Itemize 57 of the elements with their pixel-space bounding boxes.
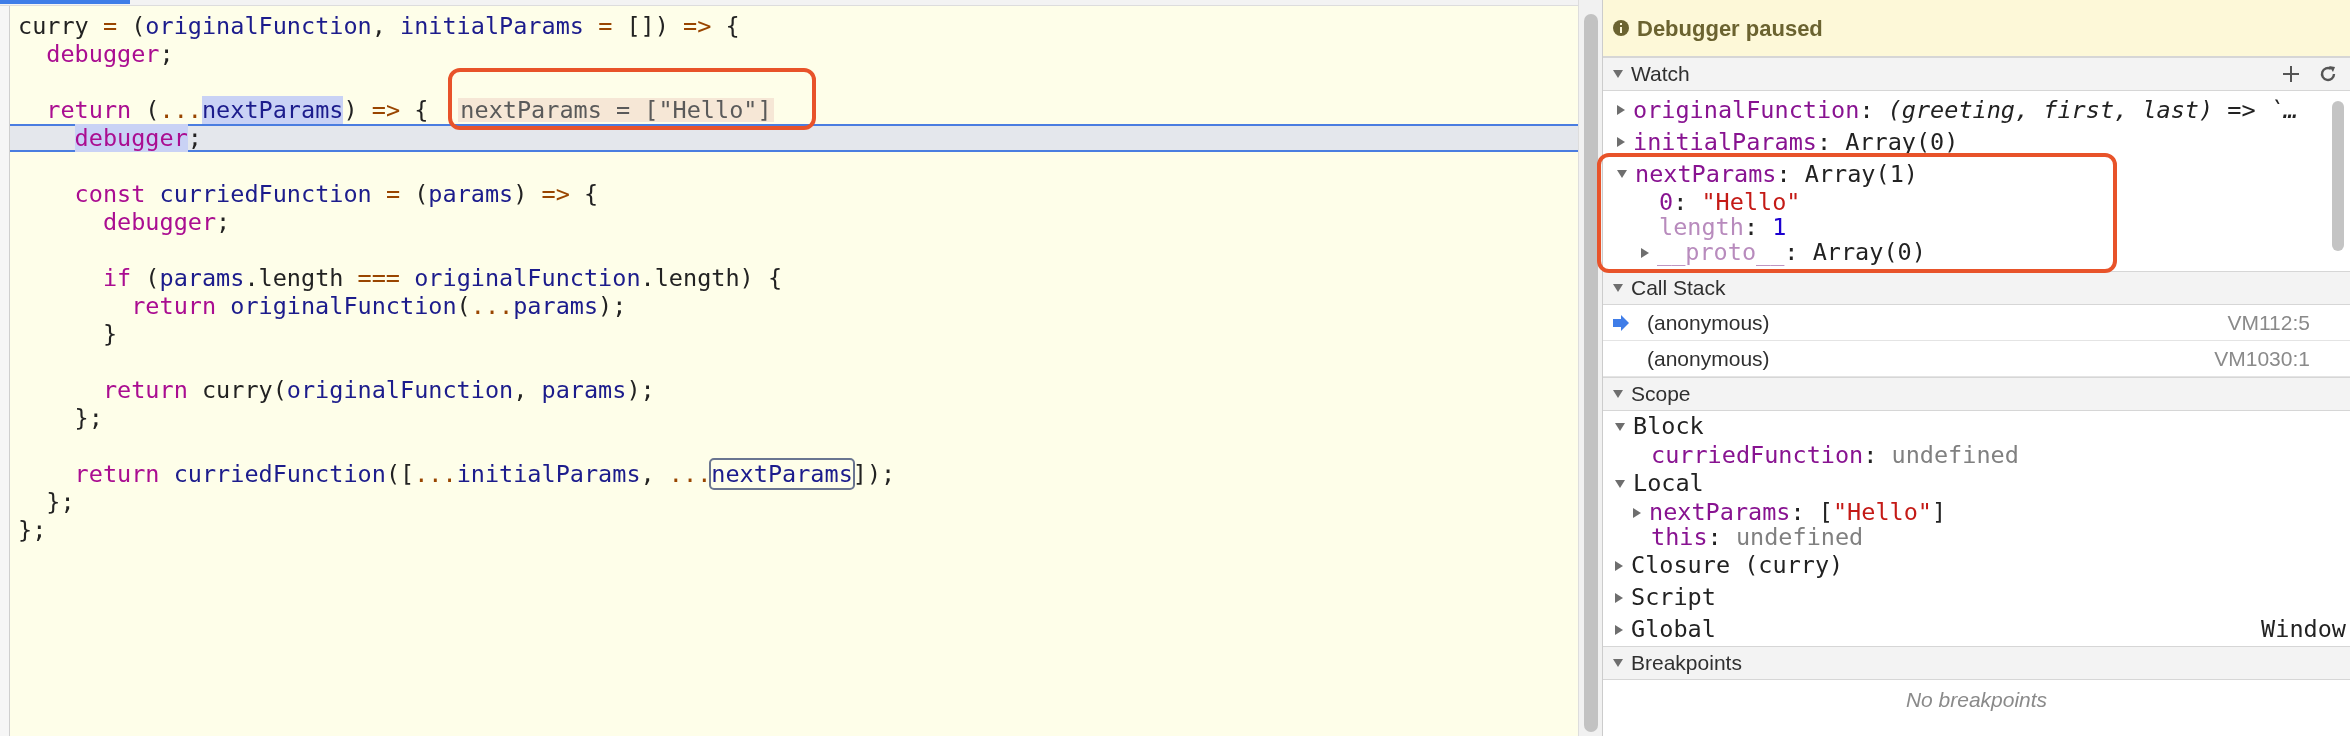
section-header[interactable]: Scope [1603,377,2350,411]
property-row[interactable]: length: 1 [1659,215,1787,240]
info-icon [1613,20,1629,36]
code-line: const curriedFunction = (params) => { [73,182,599,206]
banner-title: Debugger paused [1637,14,1823,43]
section-header[interactable]: Breakpoints [1603,646,2350,680]
scrollbar-thumb[interactable] [2332,101,2344,251]
collapsed-triangle-icon[interactable] [1641,247,1649,258]
inline-value: nextParams = ["Hello"] [458,98,774,122]
add-icon[interactable] [2282,65,2300,83]
property-row[interactable]: initialParams: Array(0) [1633,129,1959,155]
code-line: return (...nextParams) => { [45,98,429,122]
section-title: Call Stack [1631,275,1726,302]
code-line: }; [73,406,103,430]
expanded-triangle-icon[interactable] [1613,659,1623,667]
expanded-triangle-icon[interactable] [1613,284,1623,292]
expanded-triangle-icon[interactable] [1617,170,1627,178]
expanded-triangle-icon[interactable] [1615,423,1625,431]
refresh-icon[interactable] [2318,64,2338,84]
scope-group[interactable]: Local [1633,466,1704,502]
scope-group[interactable]: Block [1633,409,1704,445]
collapsed-triangle-icon[interactable] [1615,561,1623,571]
code-line: if (params.length === originalFunction.length) { [101,266,783,290]
scope-detail: Window [2261,614,2346,646]
property-row[interactable]: nextParams: ["Hello"] [1649,500,1947,525]
property-row[interactable]: nextParams: Array(1) [1635,161,1918,187]
code-line: return curry(originalFunction, params); [101,378,655,402]
code-line: return originalFunction(...params); [130,294,627,318]
property-row[interactable]: this: undefined [1651,525,1864,550]
code-line: }; [45,490,75,514]
frame-name[interactable]: (anonymous) [1647,306,1770,339]
collapsed-triangle-icon[interactable] [1615,625,1623,635]
expanded-triangle-icon[interactable] [1613,70,1623,78]
section-title: Watch [1631,61,1690,88]
code-line: debugger; [45,42,174,66]
collapsed-triangle-icon[interactable] [1633,507,1641,518]
collapsed-triangle-icon[interactable] [1615,593,1623,603]
collapsed-triangle-icon[interactable] [1617,137,1625,147]
code-line: } [101,322,118,346]
code-line: debugger; [101,210,231,234]
section-title: Scope [1631,381,1691,408]
code-line: }; [18,518,47,542]
property-row[interactable]: originalFunction: (greeting, first, last) => `… [1633,97,2298,123]
scrollbar-thumb[interactable] [1583,14,1598,732]
expanded-triangle-icon[interactable] [1613,390,1623,398]
section-title: Breakpoints [1631,650,1742,677]
section-header[interactable]: Call Stack [1603,271,2350,305]
expanded-triangle-icon[interactable] [1615,480,1625,488]
section-header[interactable]: Watch [1603,57,2350,91]
property-row[interactable]: curriedFunction: undefined [1651,443,2019,468]
empty-message: No breakpoints [1905,687,2048,714]
collapsed-triangle-icon[interactable] [1617,105,1625,115]
property-row[interactable]: 0: "Hello" [1659,190,1801,215]
code-line: curry = (originalFunction, initialParams = []) => { [18,14,740,38]
property-row[interactable]: __proto__: Array(0) [1657,240,1926,265]
frame-name[interactable]: (anonymous) [1647,342,1770,375]
current-frame-arrow-icon [1613,314,1629,331]
